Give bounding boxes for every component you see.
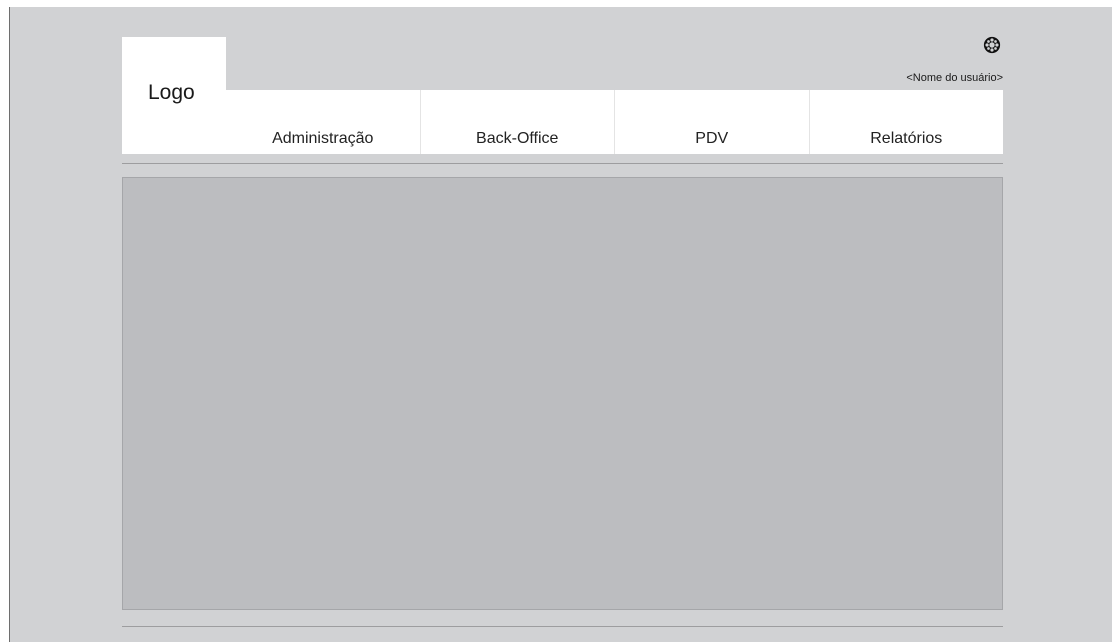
footer-divider — [122, 626, 1003, 627]
main-content-area — [122, 177, 1003, 610]
gear-icon[interactable] — [983, 36, 1001, 54]
username-label[interactable]: <Nome do usuário> — [906, 72, 1003, 84]
header-divider — [122, 163, 1003, 164]
nav-item-label: PDV — [695, 130, 729, 147]
nav-item-relatorios[interactable]: Relatórios — [808, 90, 1004, 154]
nav-item-label: Relatórios — [870, 130, 943, 147]
nav-item-pdv[interactable]: PDV — [614, 90, 809, 154]
logo-box[interactable]: Logo — [122, 37, 226, 154]
app-page: Logo <Nome do usuário> Administração Bac… — [10, 7, 1112, 642]
nav-item-label: Administração — [272, 130, 374, 147]
nav-item-label: Back-Office — [476, 130, 559, 147]
nav-item-administracao[interactable]: Administração — [226, 90, 420, 154]
main-nav: Administração Back-Office PDV Relatórios — [226, 90, 1003, 154]
nav-item-back-office[interactable]: Back-Office — [419, 90, 615, 154]
logo-text: Logo — [148, 81, 195, 104]
